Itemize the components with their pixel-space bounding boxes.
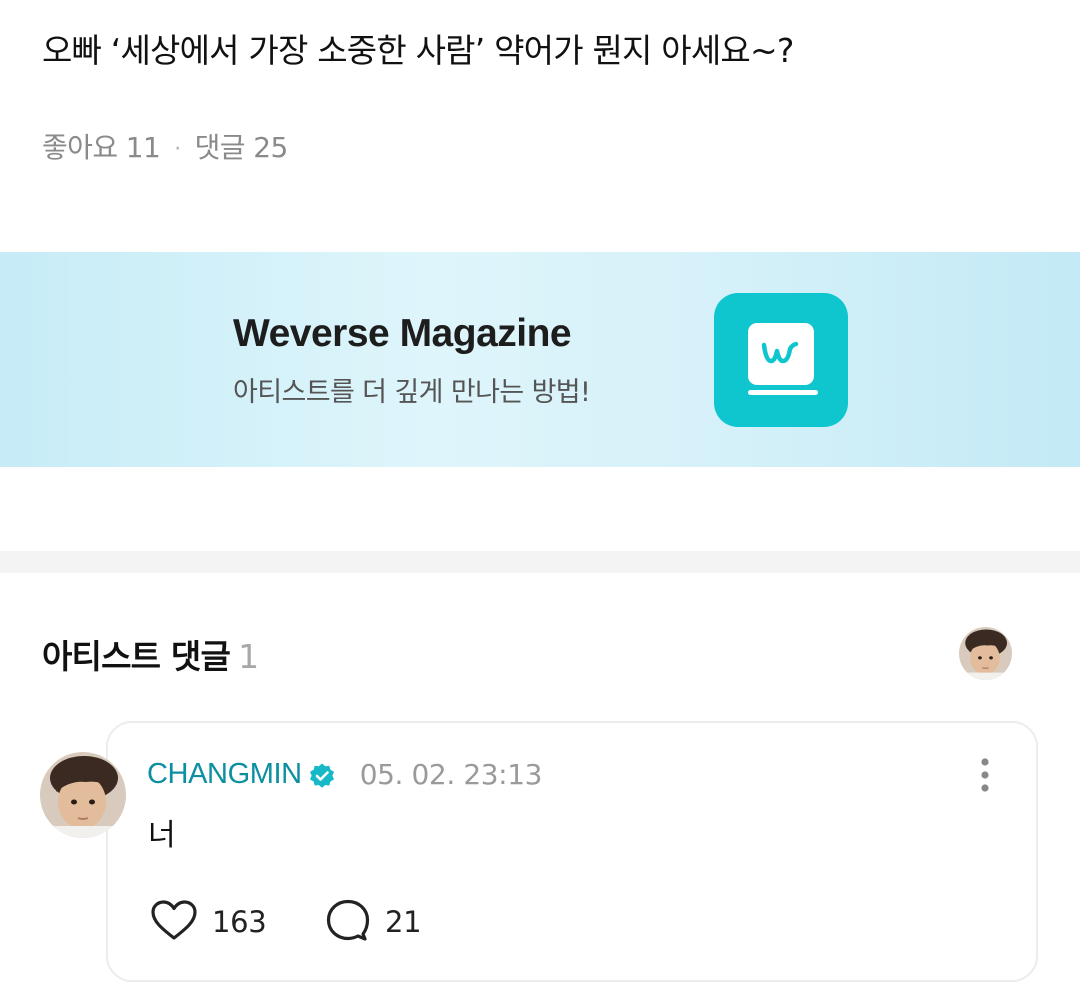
section-divider: [0, 551, 1080, 573]
artist-comments-heading: 아티스트 댓글 1: [42, 630, 259, 678]
like-count: 163: [212, 905, 267, 939]
reply-button[interactable]: 21: [325, 898, 422, 946]
post-page: 오빠 ‘세상에서 가장 소중한 사람’ 약어가 뭔지 아세요~? 좋아요 11 ·…: [0, 0, 1080, 998]
artist-comments-count: 1: [238, 637, 259, 676]
post-meta: 좋아요 11 · 댓글 25: [42, 126, 288, 166]
comment-author-name[interactable]: CHANGMIN: [147, 758, 302, 791]
artist-comments-title: 아티스트 댓글: [42, 637, 231, 676]
banner-title: Weverse Magazine: [233, 312, 572, 355]
reply-count: 21: [385, 905, 422, 939]
weverse-magazine-banner[interactable]: Weverse Magazine 아티스트를 더 깊게 만나는 방법!: [0, 252, 1080, 467]
comment-count-label[interactable]: 댓글 25: [195, 131, 289, 164]
artist-avatar[interactable]: [959, 627, 1012, 680]
comment-timestamp: 05. 02. 23:13: [359, 757, 543, 791]
comment-author-avatar[interactable]: [40, 752, 126, 838]
meta-separator: ·: [174, 136, 181, 162]
comment-text: 너: [148, 818, 176, 853]
comment-header: CHANGMIN 05. 02. 23:13: [147, 756, 542, 792]
like-button[interactable]: 163: [150, 899, 267, 945]
like-count-label[interactable]: 좋아요 11: [42, 131, 161, 164]
more-options-icon[interactable]: [970, 757, 1000, 793]
heart-icon: [150, 899, 198, 945]
banner-subtitle: 아티스트를 더 깊게 만나는 방법!: [233, 377, 591, 408]
post-title: 오빠 ‘세상에서 가장 소중한 사람’ 약어가 뭔지 아세요~?: [42, 31, 794, 70]
weverse-magazine-icon: [714, 293, 848, 427]
verified-badge-icon: [308, 762, 336, 790]
speech-bubble-icon: [325, 898, 371, 946]
